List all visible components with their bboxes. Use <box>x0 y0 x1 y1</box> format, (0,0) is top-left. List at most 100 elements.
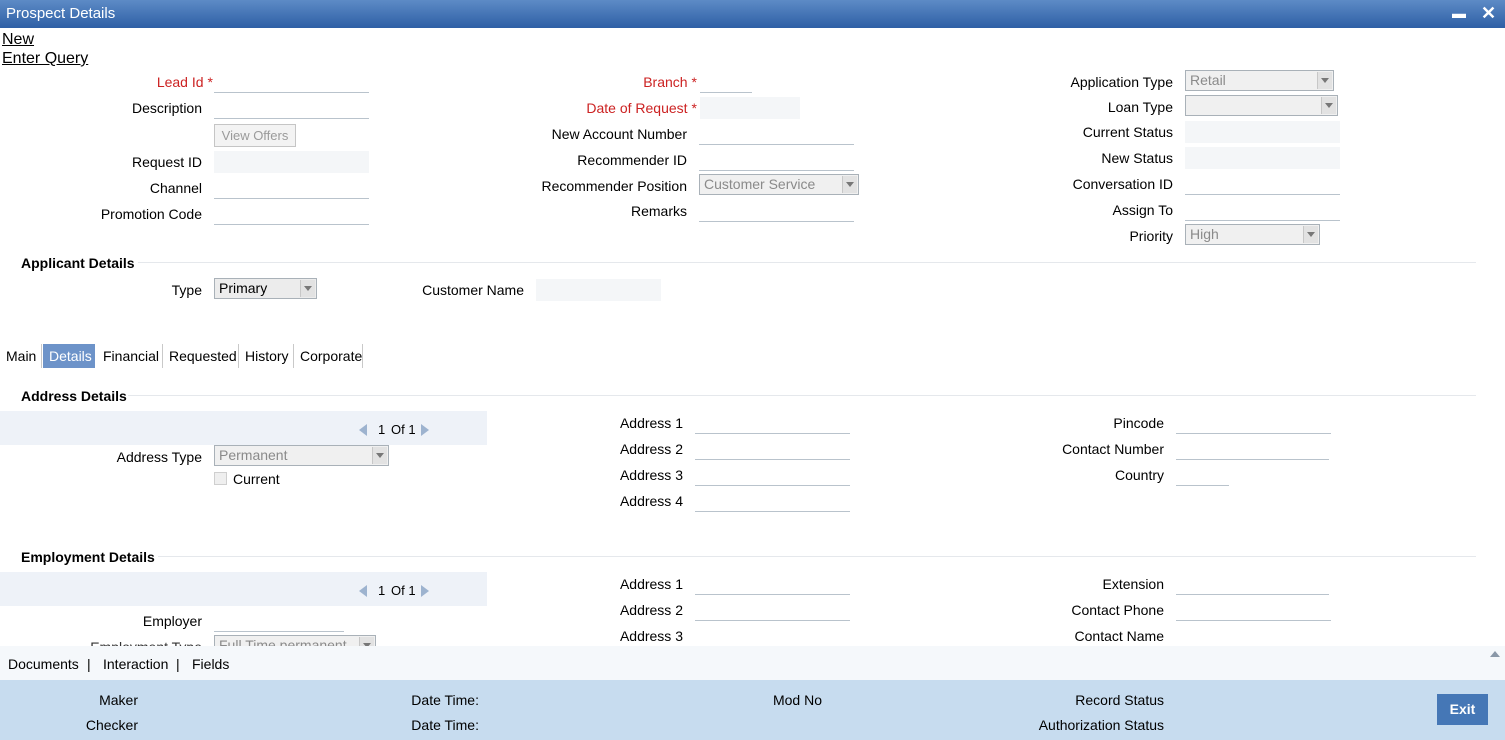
extension-input[interactable] <box>1176 573 1329 595</box>
employment-pager-current: 1 <box>378 583 386 598</box>
employment-address-3-label: Address 3 <box>619 628 683 644</box>
tab-corporate[interactable]: Corporate <box>294 344 363 368</box>
chevron-down-icon <box>372 447 387 464</box>
address-1-label: Address 1 <box>619 415 683 431</box>
assign-to-input[interactable] <box>1185 199 1340 221</box>
promotion-code-input[interactable] <box>214 203 369 225</box>
employment-address-2-input[interactable] <box>695 599 850 621</box>
pincode-input[interactable] <box>1176 412 1331 434</box>
new-status-input[interactable] <box>1185 147 1340 169</box>
current-status-label: Current Status <box>1082 124 1173 140</box>
chevron-down-icon <box>842 176 857 193</box>
current-label: Current <box>233 471 280 487</box>
tab-main[interactable]: Main <box>0 344 42 368</box>
channel-label: Channel <box>149 180 202 196</box>
employment-type-select[interactable]: Full Time permanent <box>214 635 376 646</box>
window-title: Prospect Details <box>6 5 116 22</box>
address-3-input[interactable] <box>695 464 850 486</box>
current-checkbox[interactable] <box>214 472 227 485</box>
extension-label: Extension <box>1102 576 1164 592</box>
conversation-id-input[interactable] <box>1185 173 1340 195</box>
address-4-input[interactable] <box>695 490 850 512</box>
recommender-position-select[interactable]: Customer Service <box>699 174 859 195</box>
applicant-details-heading: Applicant Details <box>21 255 135 271</box>
contact-phone-label: Contact Phone <box>1071 602 1164 618</box>
employment-address-1-input[interactable] <box>695 573 850 595</box>
country-label: Country <box>1114 467 1164 483</box>
divider <box>138 262 1476 263</box>
chevron-down-icon <box>1303 226 1318 243</box>
separator: | <box>176 656 180 672</box>
address-2-input[interactable] <box>695 438 850 460</box>
contact-phone-input[interactable] <box>1176 599 1331 621</box>
address-details-heading: Address Details <box>21 388 127 404</box>
loan-type-label: Loan Type <box>1107 99 1173 115</box>
conversation-id-label: Conversation ID <box>1072 176 1173 192</box>
close-icon[interactable]: ✕ <box>1481 3 1496 24</box>
checker-date-time-label: Date Time: <box>411 717 479 733</box>
employment-details-heading: Employment Details <box>21 549 155 565</box>
customer-name-input[interactable] <box>536 279 661 301</box>
branch-input[interactable] <box>700 71 752 93</box>
tab-details[interactable]: Details <box>43 344 95 368</box>
current-status-input[interactable] <box>1185 121 1340 143</box>
previous-icon[interactable] <box>359 424 367 436</box>
promotion-code-label: Promotion Code <box>100 206 202 222</box>
application-type-select[interactable]: Retail <box>1185 70 1334 91</box>
separator: | <box>87 656 91 672</box>
employment-pager-total: Of 1 <box>391 583 416 598</box>
required-marker: * <box>691 74 697 90</box>
tab-financial[interactable]: Financial <box>97 344 163 368</box>
description-label: Description <box>131 100 202 116</box>
employment-type-label: Employment Type <box>90 639 202 646</box>
priority-select[interactable]: High <box>1185 224 1320 245</box>
lead-id-input[interactable] <box>214 71 369 93</box>
required-marker: * <box>691 100 697 116</box>
audit-footer: Maker Checker Date Time: Date Time: Mod … <box>0 680 1505 740</box>
employment-address-2-label: Address 2 <box>619 602 683 618</box>
divider <box>128 395 1476 396</box>
interaction-link[interactable]: Interaction <box>103 656 168 672</box>
address-pager-total: Of 1 <box>391 422 416 437</box>
loan-type-select[interactable] <box>1185 95 1338 116</box>
address-3-label: Address 3 <box>619 467 683 483</box>
employer-input[interactable] <box>214 610 344 632</box>
maker-date-time-label: Date Time: <box>411 692 479 708</box>
address-type-select[interactable]: Permanent <box>214 445 389 466</box>
view-offers-button[interactable]: View Offers <box>214 124 296 147</box>
description-input[interactable] <box>214 97 369 119</box>
record-status-label: Record Status <box>1075 692 1164 708</box>
tab-history[interactable]: History <box>239 344 294 368</box>
address-1-input[interactable] <box>695 412 850 434</box>
exit-button[interactable]: Exit <box>1437 694 1488 725</box>
request-id-input[interactable] <box>214 151 369 173</box>
priority-label: Priority <box>1129 228 1173 244</box>
application-type-label: Application Type <box>1070 74 1173 90</box>
date-of-request-input[interactable] <box>700 97 800 119</box>
minimize-icon[interactable]: ▬ <box>1452 5 1466 21</box>
contact-number-label: Contact Number <box>1062 441 1164 457</box>
documents-link[interactable]: Documents <box>8 656 79 672</box>
chevron-down-icon <box>359 637 374 646</box>
next-icon[interactable] <box>421 585 429 597</box>
recommender-id-input[interactable] <box>699 149 854 171</box>
assign-to-label: Assign To <box>1112 202 1173 218</box>
previous-icon[interactable] <box>359 585 367 597</box>
chevron-down-icon <box>1317 72 1332 89</box>
contact-number-input[interactable] <box>1176 438 1329 460</box>
recommender-id-label: Recommender ID <box>577 152 687 168</box>
applicant-type-label: Type <box>171 282 202 298</box>
remarks-input[interactable] <box>699 200 854 222</box>
new-link[interactable]: New <box>2 31 34 49</box>
channel-input[interactable] <box>214 177 369 199</box>
new-account-number-input[interactable] <box>699 123 854 145</box>
tab-requested[interactable]: Requested <box>163 344 239 368</box>
new-account-number-label: New Account Number <box>551 126 687 142</box>
scroll-up-icon[interactable] <box>1490 651 1500 657</box>
applicant-type-select[interactable]: Primary <box>214 278 317 299</box>
remarks-label: Remarks <box>630 203 687 219</box>
next-icon[interactable] <box>421 424 429 436</box>
fields-link[interactable]: Fields <box>192 656 229 672</box>
enter-query-link[interactable]: Enter Query <box>2 50 88 68</box>
country-input[interactable] <box>1176 464 1229 486</box>
